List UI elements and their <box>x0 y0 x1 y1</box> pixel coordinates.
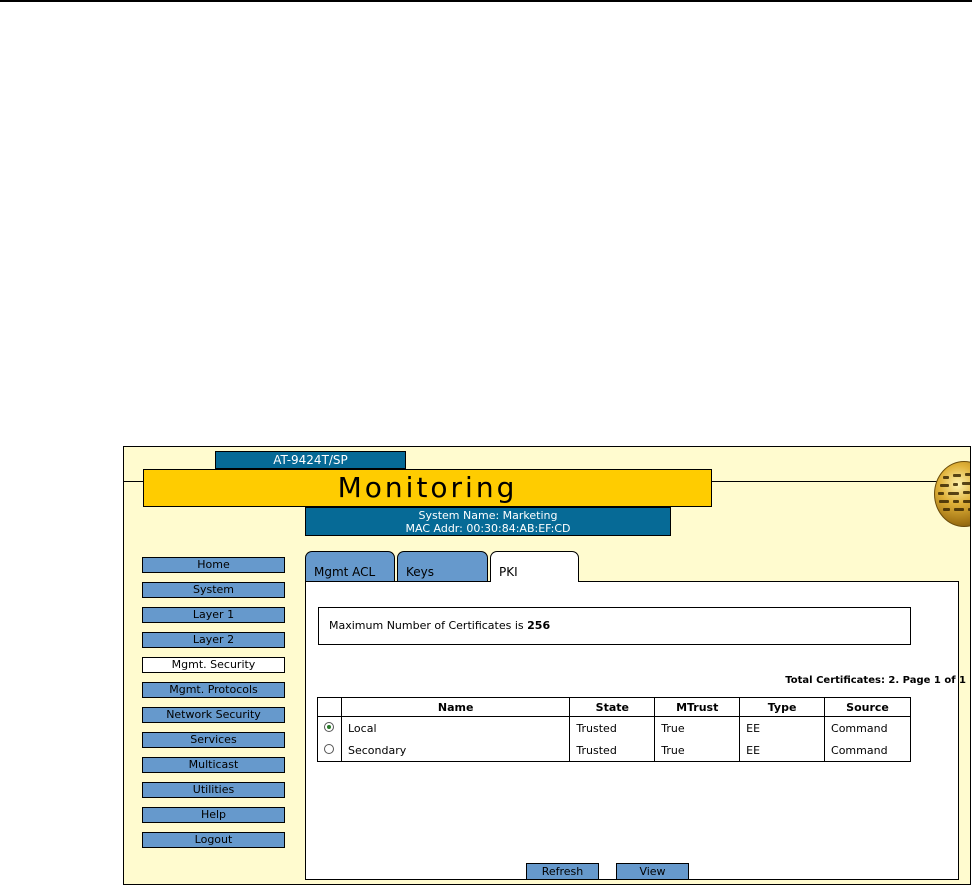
column-header-source: Source <box>824 697 911 717</box>
table-row: Secondary Trusted True EE Command <box>317 739 911 762</box>
system-name: System Name: Marketing <box>418 509 558 522</box>
nav-mgmt-security-button[interactable]: Mgmt. Security <box>142 657 285 673</box>
cert-type: EE <box>739 739 826 762</box>
nav-services-button[interactable]: Services <box>142 732 285 748</box>
page-top-rule <box>0 0 972 2</box>
cert-state: Trusted <box>569 716 656 739</box>
cert-state: Trusted <box>569 739 656 762</box>
globe-logo-icon <box>934 461 970 527</box>
column-header-mtrust: MTrust <box>654 697 741 717</box>
nav-logout-button[interactable]: Logout <box>142 832 285 848</box>
column-header-name: Name <box>340 697 571 717</box>
nav-help-button[interactable]: Help <box>142 807 285 823</box>
total-certificates-text: Total Certificates: 2. Page 1 of 1 <box>785 675 966 686</box>
system-info: System Name: Marketing MAC Addr: 00:30:8… <box>305 507 671 536</box>
cert-source: Command <box>824 739 911 762</box>
row-select-radio[interactable] <box>324 721 335 732</box>
model-label: AT-9424T/SP <box>215 451 406 469</box>
page-title: Monitoring <box>337 471 518 504</box>
tab-keys[interactable]: Keys <box>397 551 488 581</box>
cert-type: EE <box>739 716 826 739</box>
column-header-type: Type <box>739 697 826 717</box>
title-bar: Monitoring <box>143 469 712 507</box>
pki-panel: Maximum Number of Certificates is 256 To… <box>305 581 966 880</box>
max-certificates-value: 256 <box>527 619 551 632</box>
nav-home-button[interactable]: Home <box>142 557 285 573</box>
nav-layer2-button[interactable]: Layer 2 <box>142 632 285 648</box>
cert-name: Secondary <box>340 739 571 762</box>
max-certificates-label: Maximum Number of Certificates is <box>329 619 524 632</box>
cert-mtrust: True <box>654 739 741 762</box>
nav-multicast-button[interactable]: Multicast <box>142 757 285 773</box>
table-row: Local Trusted True EE Command <box>317 716 911 739</box>
refresh-button[interactable]: Refresh <box>526 863 599 880</box>
cert-name: Local <box>340 716 571 739</box>
max-certificates-box: Maximum Number of Certificates is 256 <box>318 607 911 645</box>
mac-address: MAC Addr: 00:30:84:AB:EF:CD <box>405 522 571 535</box>
app-frame: AT-9424T/SP Monitoring System Name: Mark… <box>123 446 971 885</box>
certificates-table: Name State MTrust Type Source Local Trus… <box>317 697 911 762</box>
tab-pki[interactable]: PKI <box>490 551 579 582</box>
nav-mgmt-protocols-button[interactable]: Mgmt. Protocols <box>142 682 285 698</box>
nav-layer1-button[interactable]: Layer 1 <box>142 607 285 623</box>
nav-system-button[interactable]: System <box>142 582 285 598</box>
row-select-radio[interactable] <box>324 743 335 754</box>
nav-utilities-button[interactable]: Utilities <box>142 782 285 798</box>
column-header-select <box>317 697 342 717</box>
view-button[interactable]: View <box>616 863 689 880</box>
column-header-state: State <box>569 697 656 717</box>
nav-network-security-button[interactable]: Network Security <box>142 707 285 723</box>
table-header-row: Name State MTrust Type Source <box>317 697 911 717</box>
tab-mgmt-acl[interactable]: Mgmt ACL <box>305 551 395 581</box>
cert-mtrust: True <box>654 716 741 739</box>
cert-source: Command <box>824 716 911 739</box>
